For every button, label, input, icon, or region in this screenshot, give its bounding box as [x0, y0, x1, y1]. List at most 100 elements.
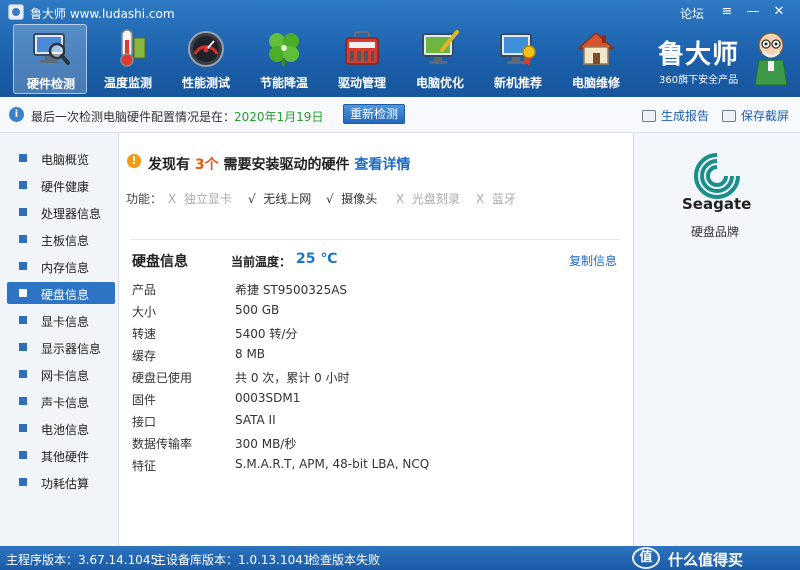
feature-camera: √ 摄像头	[326, 190, 377, 207]
tab-temperature[interactable]: 温度监测	[91, 24, 165, 94]
speedometer-icon	[188, 31, 224, 67]
close-icon[interactable]: ✕	[770, 3, 788, 21]
bullet-icon	[19, 424, 27, 432]
row-value: SATA II	[235, 413, 276, 427]
tab-pc-repair-label: 电脑维修	[571, 76, 620, 90]
main-panel: ! 发现有 3个 需要安装驱动的硬件 查看详情 功能： X 独立显卡 √ 无线上…	[120, 133, 633, 546]
alert-count: 3个	[194, 157, 219, 173]
forum-link[interactable]: 论坛	[680, 5, 704, 22]
sidebar-item-display[interactable]: 显示器信息	[7, 336, 115, 358]
info-row-transfer-rate: 数据传输率 300 MB/秒	[132, 435, 612, 453]
tab-energy-saving[interactable]: 节能降温	[247, 24, 321, 94]
driver-alert: 发现有 3个 需要安装驱动的硬件 查看详情	[148, 154, 410, 174]
row-key: 硬盘已使用	[132, 371, 193, 385]
bullet-icon	[19, 154, 27, 162]
row-value: 共 0 次，累计 0 小时	[235, 371, 350, 385]
temperature-value: 25 ℃	[296, 251, 338, 267]
copy-info-link[interactable]: 复制信息	[569, 252, 617, 269]
bullet-icon	[19, 316, 27, 324]
sidebar-item-label: 处理器信息	[41, 207, 102, 221]
sidebar-item-overview[interactable]: 电脑概览	[7, 147, 115, 169]
feature-text: 蓝牙	[491, 192, 516, 206]
monitor-badge-icon	[500, 33, 536, 66]
row-key: 接口	[132, 415, 157, 429]
watermark-text: 什么值得买	[668, 551, 744, 569]
sidebar-item-disk[interactable]: 硬盘信息	[7, 282, 115, 304]
info-row-usage: 硬盘已使用 共 0 次，累计 0 小时	[132, 369, 612, 387]
sidebar-item-network[interactable]: 网卡信息	[7, 363, 115, 385]
feature-text: 无线上网	[263, 192, 312, 206]
menu-icon[interactable]: ≡	[718, 3, 736, 21]
brand-name: 鲁大师	[658, 40, 740, 70]
tab-performance-label: 性能测试	[181, 76, 230, 90]
sidebar-item-gpu[interactable]: 显卡信息	[7, 309, 115, 331]
save-screenshot-button[interactable]: 保存截屏	[722, 107, 789, 124]
tab-new-pc-label: 新机推荐	[493, 76, 542, 90]
title-bar: 鲁大师 www.ludashi.com 论坛 ≡ — ✕	[0, 0, 800, 24]
sidebar-item-label: 网卡信息	[41, 369, 90, 383]
info-row-interface: 接口 SATA II	[132, 413, 612, 431]
feature-disc-burner: X 光盘刻录	[396, 190, 460, 207]
app-header: 鲁大师 www.ludashi.com 论坛 ≡ — ✕ 硬件检测 温度监测 性…	[0, 0, 800, 97]
thermometer-icon	[120, 29, 146, 67]
row-key: 转速	[132, 327, 157, 341]
alert-prefix: 发现有	[148, 157, 190, 173]
sidebar-item-cpu[interactable]: 处理器信息	[7, 201, 115, 223]
house-icon	[577, 31, 615, 65]
tab-hardware-detect-label: 硬件检测	[26, 77, 75, 91]
tab-pc-optimize-label: 电脑优化	[415, 76, 464, 90]
tab-pc-repair[interactable]: 电脑维修	[559, 24, 633, 94]
info-row-cache: 缓存 8 MB	[132, 347, 612, 365]
row-value: 5400 转/分	[235, 327, 298, 341]
monitor-magnifier-icon	[33, 33, 70, 65]
generate-report-button[interactable]: 生成报告	[642, 107, 709, 124]
seagate-logo-icon	[694, 153, 740, 199]
sidebar-item-label: 内存信息	[41, 261, 90, 275]
view-details-link[interactable]: 查看详情	[354, 157, 410, 173]
bullet-icon	[19, 370, 27, 378]
row-value: 300 MB/秒	[235, 437, 297, 451]
sidebar-item-label: 功耗估算	[41, 477, 90, 491]
sidebar-item-other[interactable]: 其他硬件	[7, 444, 115, 466]
disk-brand-name: Seagate	[682, 195, 752, 213]
tab-driver-management-label: 驱动管理	[337, 76, 386, 90]
tab-performance[interactable]: 性能测试	[169, 24, 243, 94]
sidebar-item-label: 显示器信息	[41, 342, 102, 356]
tab-hardware-detect[interactable]: 硬件检测	[13, 24, 87, 94]
sidebar-item-label: 显卡信息	[41, 315, 90, 329]
feature-text: 独立显卡	[183, 192, 232, 206]
tab-driver-management[interactable]: 驱动管理	[325, 24, 399, 94]
save-screenshot-label: 保存截屏	[741, 109, 790, 123]
minimize-icon[interactable]: —	[744, 3, 762, 21]
sidebar-item-battery[interactable]: 电池信息	[7, 417, 115, 439]
window-title: 鲁大师 www.ludashi.com	[30, 7, 175, 21]
brand-area: 鲁大师 360旗下安全产品	[655, 28, 795, 94]
sidebar-item-health[interactable]: 硬件健康	[7, 174, 115, 196]
sidebar-item-power[interactable]: 功耗估算	[7, 471, 115, 493]
feature-mark: X	[476, 192, 485, 206]
tab-new-pc[interactable]: 新机推荐	[481, 24, 555, 94]
bullet-icon	[19, 181, 27, 189]
device-db-version: 主设备库版本：1.0.13.1041	[154, 553, 311, 567]
bullet-icon	[19, 289, 27, 297]
info-row-features: 特征 S.M.A.R.T, APM, 48-bit LBA, NCQ	[132, 457, 612, 475]
sidebar-item-motherboard[interactable]: 主板信息	[7, 228, 115, 250]
warning-icon: !	[127, 154, 141, 168]
feature-discrete-gpu: X 独立显卡	[168, 190, 232, 207]
generate-report-label: 生成报告	[661, 109, 710, 123]
feature-text: 光盘刻录	[411, 192, 460, 206]
sidebar-item-label: 主板信息	[41, 234, 90, 248]
recheck-button[interactable]: 重新检测	[343, 104, 405, 124]
sidebar-item-sound[interactable]: 声卡信息	[7, 390, 115, 412]
sidebar-item-label: 硬盘信息	[41, 288, 90, 302]
tab-pc-optimize[interactable]: 电脑优化	[403, 24, 477, 94]
last-check-date: 2020年1月19日	[234, 110, 324, 124]
sidebar-item-memory[interactable]: 内存信息	[7, 255, 115, 277]
camera-icon	[722, 110, 736, 122]
printer-icon	[642, 110, 656, 122]
bullet-icon	[19, 262, 27, 270]
mascot-icon	[754, 32, 788, 86]
disk-section-title: 硬盘信息	[132, 254, 188, 270]
bullet-icon	[19, 235, 27, 243]
info-icon: i	[9, 107, 24, 122]
